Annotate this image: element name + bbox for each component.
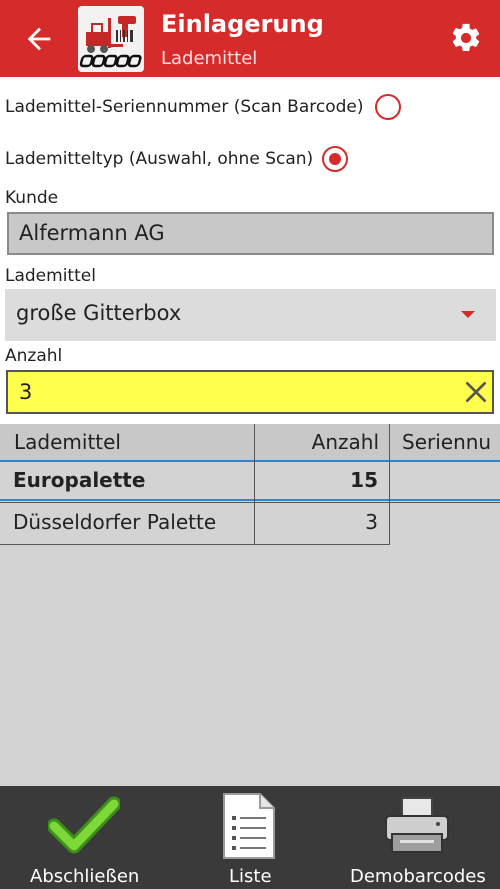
column-header-anzahl[interactable]: Anzahl — [254, 424, 379, 461]
table-cell-anzahl: 3 — [365, 510, 378, 534]
finish-button[interactable]: Abschließen — [20, 786, 150, 889]
column-header-seriennummer[interactable]: Seriennu — [402, 424, 491, 461]
lademittel-table: Lademittel Anzahl Seriennu Europalette 1… — [0, 424, 500, 786]
arrow-back-icon[interactable] — [22, 22, 56, 56]
table-row[interactable]: Düsseldorfer Palette 3 — [0, 502, 500, 543]
table-header: Lademittel Anzahl Seriennu — [0, 424, 500, 461]
radio-option-select-label: Lademitteltyp (Auswahl, ohne Scan) — [5, 149, 314, 169]
radio-option-select[interactable]: Lademitteltyp (Auswahl, ohne Scan) — [5, 141, 313, 177]
close-icon[interactable] — [463, 379, 489, 405]
gear-icon[interactable] — [449, 21, 483, 55]
anzahl-label: Anzahl — [5, 346, 63, 366]
column-header-lademittel[interactable]: Lademittel — [14, 424, 121, 461]
list-button-label: Liste — [229, 866, 272, 887]
checkmark-icon — [48, 796, 120, 854]
chevron-down-icon — [461, 311, 475, 318]
bottom-action-bar: Abschließen Liste Demobarcodes — [0, 786, 500, 889]
finish-button-label: Abschließen — [30, 866, 140, 887]
kunde-label: Kunde — [5, 188, 59, 208]
radio-button-scan[interactable] — [375, 94, 401, 120]
anzahl-input-value: 3 — [19, 380, 33, 404]
table-row[interactable]: Europalette 15 — [0, 460, 500, 501]
demobarcodes-button[interactable]: Demobarcodes — [348, 786, 488, 889]
printer-icon — [385, 797, 449, 853]
demobarcodes-button-label: Demobarcodes — [350, 866, 486, 887]
row-divider — [0, 502, 500, 503]
app-bar: Einlagerung Lademittel — [0, 0, 500, 77]
anzahl-input[interactable]: 3 — [6, 370, 494, 414]
radio-option-scan-label: Lademittel-Seriennummer (Scan Barcode) — [5, 97, 364, 117]
table-cell-anzahl: 15 — [350, 468, 378, 492]
lademittel-label: Lademittel — [5, 266, 96, 286]
app-logo — [78, 6, 144, 72]
column-divider — [389, 424, 390, 544]
radio-option-scan[interactable]: Lademittel-Seriennummer (Scan Barcode) — [5, 89, 363, 125]
radio-button-select[interactable] — [322, 146, 348, 172]
table-cell-lademittel: Europalette — [13, 468, 146, 492]
page-subtitle: Lademittel — [161, 48, 258, 69]
list-button[interactable]: Liste — [205, 786, 295, 889]
column-divider — [254, 424, 255, 544]
document-list-icon — [223, 793, 275, 859]
kunde-field[interactable]: Alfermann AG — [7, 212, 494, 255]
lademittel-select[interactable]: große Gitterbox — [5, 289, 496, 341]
row-divider — [0, 544, 390, 545]
table-cell-lademittel: Düsseldorfer Palette — [13, 510, 217, 534]
lademittel-select-value: große Gitterbox — [16, 301, 182, 325]
page-title: Einlagerung — [161, 10, 324, 38]
